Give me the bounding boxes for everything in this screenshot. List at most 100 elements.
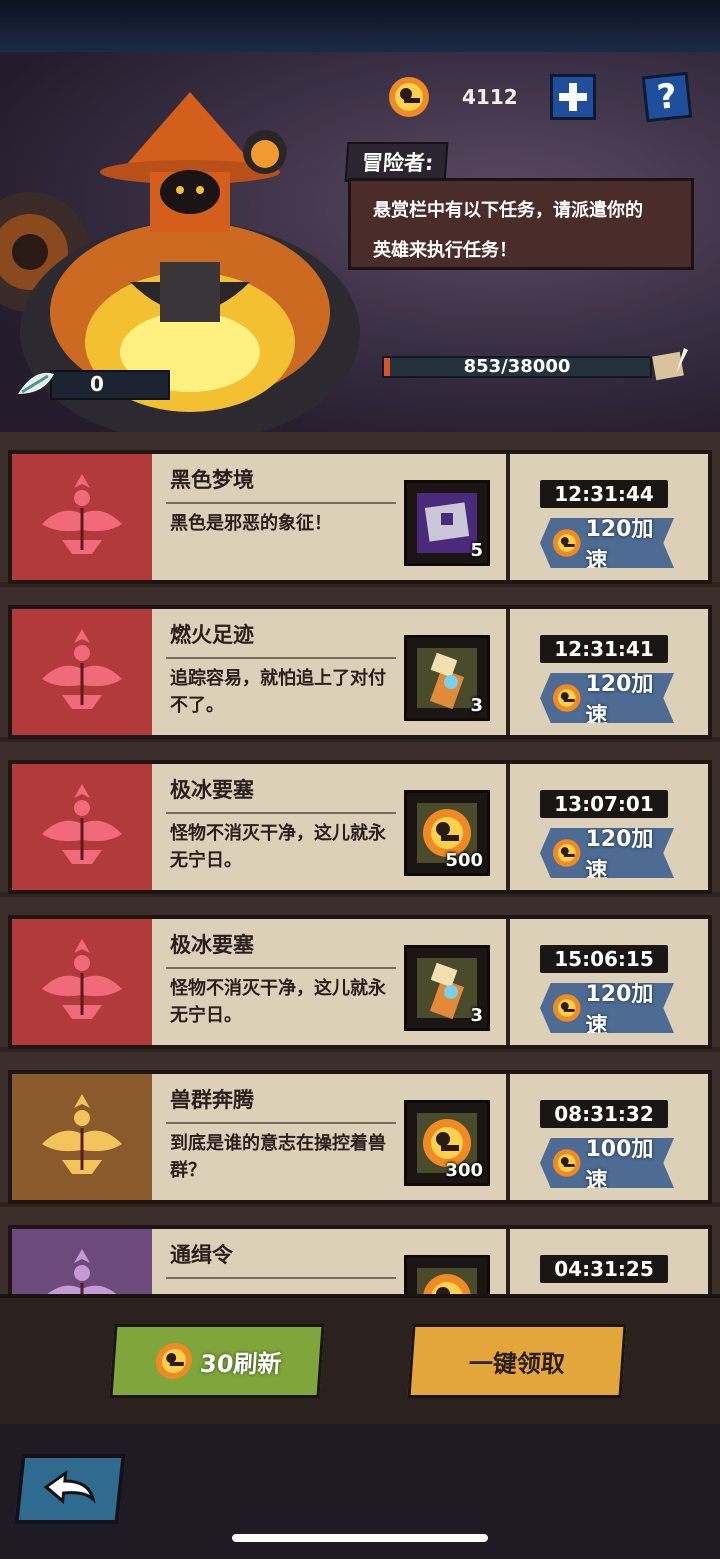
rank-emblem-icon [47,1249,117,1294]
task-column-divider [506,919,510,1045]
speed-up-label: 100加速 [585,1137,654,1194]
task-reward-slot[interactable]: 3 [404,635,490,721]
task-reward-slot[interactable]: 300 [404,1100,490,1186]
task-row[interactable]: 黑色梦境 黑色是邪恶的象征！ 5 12:31:44 120加速 [8,450,712,584]
rank-emblem-icon [42,1094,122,1174]
speed-up-button[interactable]: 120加速 [540,518,674,568]
task-reward-count: 3 [470,695,483,716]
back-arrow-icon [43,1469,96,1505]
task-timer: 08:31:32 [540,1100,668,1128]
counter-background [50,370,170,400]
task-title: 兽群奔腾 [170,1088,254,1112]
task-column-divider [506,1074,510,1200]
task-divider-line [166,812,396,814]
footer [0,1424,720,1559]
task-info: 极冰要塞 怪物不消灭干净，这儿就永无宁日。 [162,919,400,1045]
gold-coin-icon [552,684,581,712]
task-emblem-panel [12,1074,152,1200]
plus-icon [559,83,587,111]
task-title: 黑色梦境 [170,468,254,492]
speed-up-label: 120加速 [585,982,654,1039]
bounty-task-list[interactable]: 黑色梦境 黑色是邪恶的象征！ 5 12:31:44 120加速 燃火足迹 追踪容… [0,432,720,1294]
task-column-divider [506,764,510,890]
task-description: 怪物不消灭干净，这儿就永无宁日。 [170,823,386,871]
task-description: 到底是谁的意志在操控着兽群？ [170,1133,386,1181]
gold-coin-icon [156,1343,193,1379]
rank-emblem-icon [42,784,122,864]
task-emblem-panel [12,1229,152,1294]
task-info: 燃火足迹 追踪容易，就怕追上了对付不了。 [162,609,400,735]
gold-coin-icon [552,529,581,557]
task-row[interactable]: 通缉令 04:31:25 [8,1225,712,1294]
task-emblem-panel [12,919,152,1045]
home-indicator [232,1534,488,1542]
task-reward-slot[interactable]: 3 [404,945,490,1031]
task-reward-slot[interactable]: 500 [404,790,490,876]
progress-text: 853/38000 [463,356,571,377]
task-reward-count: 5 [470,540,483,561]
task-info: 兽群奔腾 到底是谁的意志在操控着兽群？ [162,1074,400,1200]
speed-up-button[interactable]: 120加速 [540,673,674,723]
rank-emblem-icon [42,939,122,1019]
currency-value: 4112 [462,85,518,109]
back-button[interactable] [14,1454,126,1524]
npc-dialogue-line-2: 英雄来执行任务！ [373,240,517,261]
speed-up-label: 120加速 [585,827,654,884]
currency-display: 4112 [384,70,518,124]
dispatch-counter: 0 [14,364,170,404]
feather-icon [18,372,54,394]
bounty-progress-bar: 853/38000 [382,356,652,378]
task-emblem-panel [12,609,152,735]
npc-dialogue-box: 悬赏栏中有以下任务，请派遣你的 英雄来执行任务！ [348,178,694,270]
task-timer: 12:31:41 [540,635,668,663]
task-divider-line [166,657,396,659]
rank-emblem-icon [42,474,122,554]
task-column-divider [506,609,510,735]
hero-panel: 4112 ? 冒险者: 悬赏栏中有以下任务，请派遣你的 英雄来执行任务！ 853… [0,52,720,432]
speed-up-label: 120加速 [585,672,654,729]
rank-emblem-icon [42,629,122,709]
task-reward-count: 300 [445,1160,483,1181]
task-title: 极冰要塞 [170,778,254,802]
npc-name-label: 冒险者: [344,142,449,182]
task-column-divider [506,1229,510,1294]
claim-all-button[interactable]: 一键领取 [407,1324,627,1398]
help-icon: ? [655,76,679,118]
task-title: 燃火足迹 [170,623,254,647]
refresh-label: 30刷新 [199,1349,283,1378]
task-description: 怪物不消灭干净，这儿就永无宁日。 [170,978,386,1026]
task-row[interactable]: 极冰要塞 怪物不消灭干净，这儿就永无宁日。 3 15:06:15 120加速 [8,915,712,1049]
speed-up-label: 120加速 [585,517,654,574]
task-reward-slot[interactable] [404,1255,490,1294]
claim-all-label: 一键领取 [467,1349,566,1378]
task-column-divider [506,454,510,580]
task-row[interactable]: 极冰要塞 怪物不消灭干净，这儿就永无宁日。 500 13:07:01 120加速 [8,760,712,894]
refresh-button[interactable]: 30刷新 [109,1324,325,1398]
npc-dialogue-line-1: 悬赏栏中有以下任务，请派遣你的 [373,200,643,221]
task-reward-count: 3 [470,1005,483,1026]
task-row[interactable]: 兽群奔腾 到底是谁的意志在操控着兽群？ 300 08:31:32 100加速 [8,1070,712,1204]
task-row[interactable]: 燃火足迹 追踪容易，就怕追上了对付不了。 3 12:31:41 120加速 [8,605,712,739]
gold-coin-icon [417,1268,477,1294]
task-info: 黑色梦境 黑色是邪恶的象征！ [162,454,400,580]
speed-up-button[interactable]: 100加速 [540,1138,674,1188]
task-timer: 04:31:25 [540,1255,668,1283]
counter-value: 0 [90,372,104,396]
speed-up-button[interactable]: 120加速 [540,828,674,878]
task-divider-line [166,502,396,504]
quill-scroll-icon[interactable] [650,344,692,386]
task-reward-count: 500 [445,850,483,871]
task-emblem-panel [12,454,152,580]
action-bar: 30刷新 一键领取 [0,1294,720,1424]
gold-coin-icon [552,994,581,1022]
task-reward-slot[interactable]: 5 [404,480,490,566]
gold-coin-icon [389,77,429,117]
task-info: 通缉令 [162,1229,400,1294]
help-button[interactable]: ? [641,71,693,123]
task-divider-line [166,1122,396,1124]
task-info: 极冰要塞 怪物不消灭干净，这儿就永无宁日。 [162,764,400,890]
task-divider-line [166,967,396,969]
speed-up-button[interactable]: 120加速 [540,983,674,1033]
task-timer: 12:31:44 [540,480,668,508]
add-currency-button[interactable] [550,74,596,120]
